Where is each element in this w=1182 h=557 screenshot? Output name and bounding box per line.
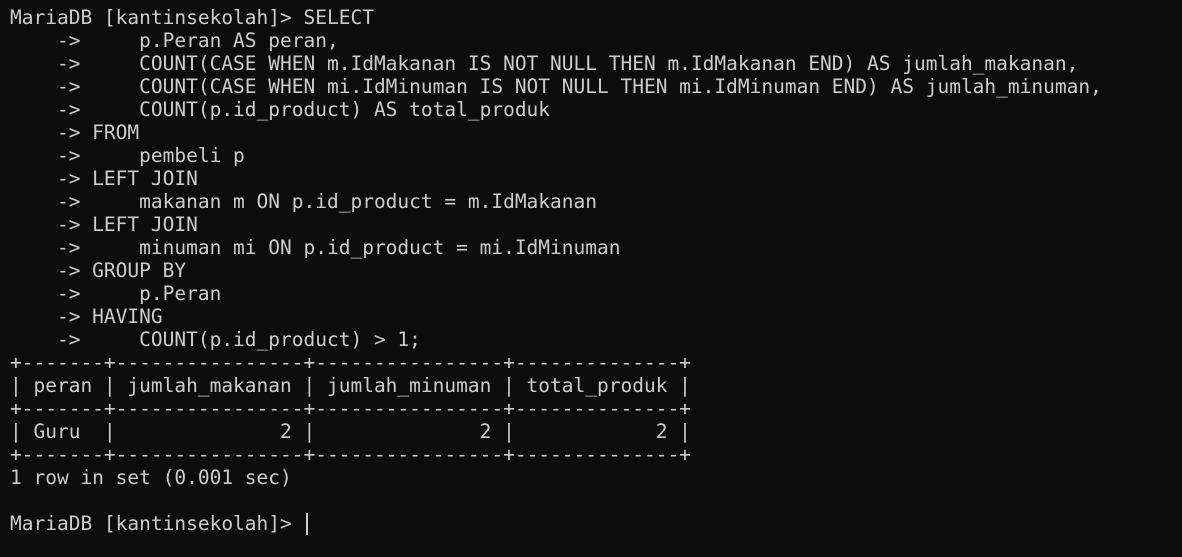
query-line: -> LEFT JOIN: [10, 213, 198, 236]
query-line: -> COUNT(CASE WHEN mi.IdMinuman IS NOT N…: [10, 75, 1102, 98]
result-table-row: | Guru | 2 | 2 | 2 |: [10, 420, 691, 443]
active-prompt-line[interactable]: MariaDB [kantinsekolah]>: [10, 512, 1182, 535]
query-line: -> FROM: [10, 121, 140, 144]
query-line: -> COUNT(p.id_product) AS total_produk: [10, 98, 551, 121]
query-line: -> GROUP BY: [10, 259, 187, 282]
query-line: -> minuman mi ON p.id_product = mi.IdMin…: [10, 236, 621, 259]
result-table-border: +-------+----------------+--------------…: [10, 443, 691, 466]
result-summary: 1 row in set (0.001 sec): [10, 466, 292, 489]
query-line: -> makanan m ON p.id_product = m.IdMakan…: [10, 190, 597, 213]
text-cursor: [305, 513, 308, 535]
query-line: -> p.Peran AS peran,: [10, 29, 339, 52]
query-line: -> COUNT(CASE WHEN m.IdMakanan IS NOT NU…: [10, 52, 1079, 75]
result-table-border: +-------+----------------+--------------…: [10, 351, 691, 374]
terminal-window[interactable]: MariaDB [kantinsekolah]> SELECT -> p.Per…: [0, 0, 1182, 557]
query-line: -> pembeli p: [10, 144, 245, 167]
query-line: -> COUNT(p.id_product) > 1;: [10, 328, 421, 351]
query-line: -> LEFT JOIN: [10, 167, 198, 190]
active-prompt: MariaDB [kantinsekolah]>: [10, 512, 304, 535]
query-line: -> HAVING: [10, 305, 163, 328]
query-line: -> p.Peran: [10, 282, 222, 305]
result-table-border: +-------+----------------+--------------…: [10, 397, 691, 420]
result-table-header: | peran | jumlah_makanan | jumlah_minuma…: [10, 374, 691, 397]
prompt-line: MariaDB [kantinsekolah]> SELECT: [10, 6, 374, 29]
